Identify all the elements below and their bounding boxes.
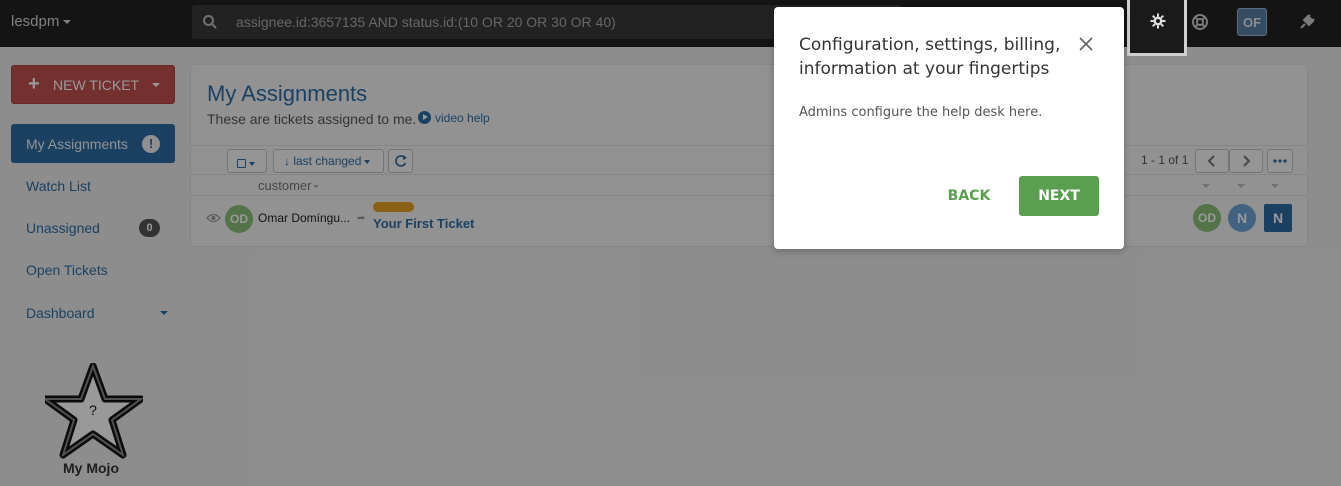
modal-backdrop xyxy=(0,0,1341,486)
settings-button[interactable] xyxy=(1127,0,1187,56)
dialog-body: Admins configure the help desk here. xyxy=(799,105,1043,120)
back-button[interactable]: BACK xyxy=(934,176,1004,216)
tour-dialog: Configuration, settings, billing, inform… xyxy=(774,7,1124,249)
gear-icon xyxy=(1150,13,1166,29)
dialog-title: Configuration, settings, billing, inform… xyxy=(799,35,1061,79)
close-icon[interactable] xyxy=(1076,34,1096,54)
next-button[interactable]: NEXT xyxy=(1019,176,1099,216)
